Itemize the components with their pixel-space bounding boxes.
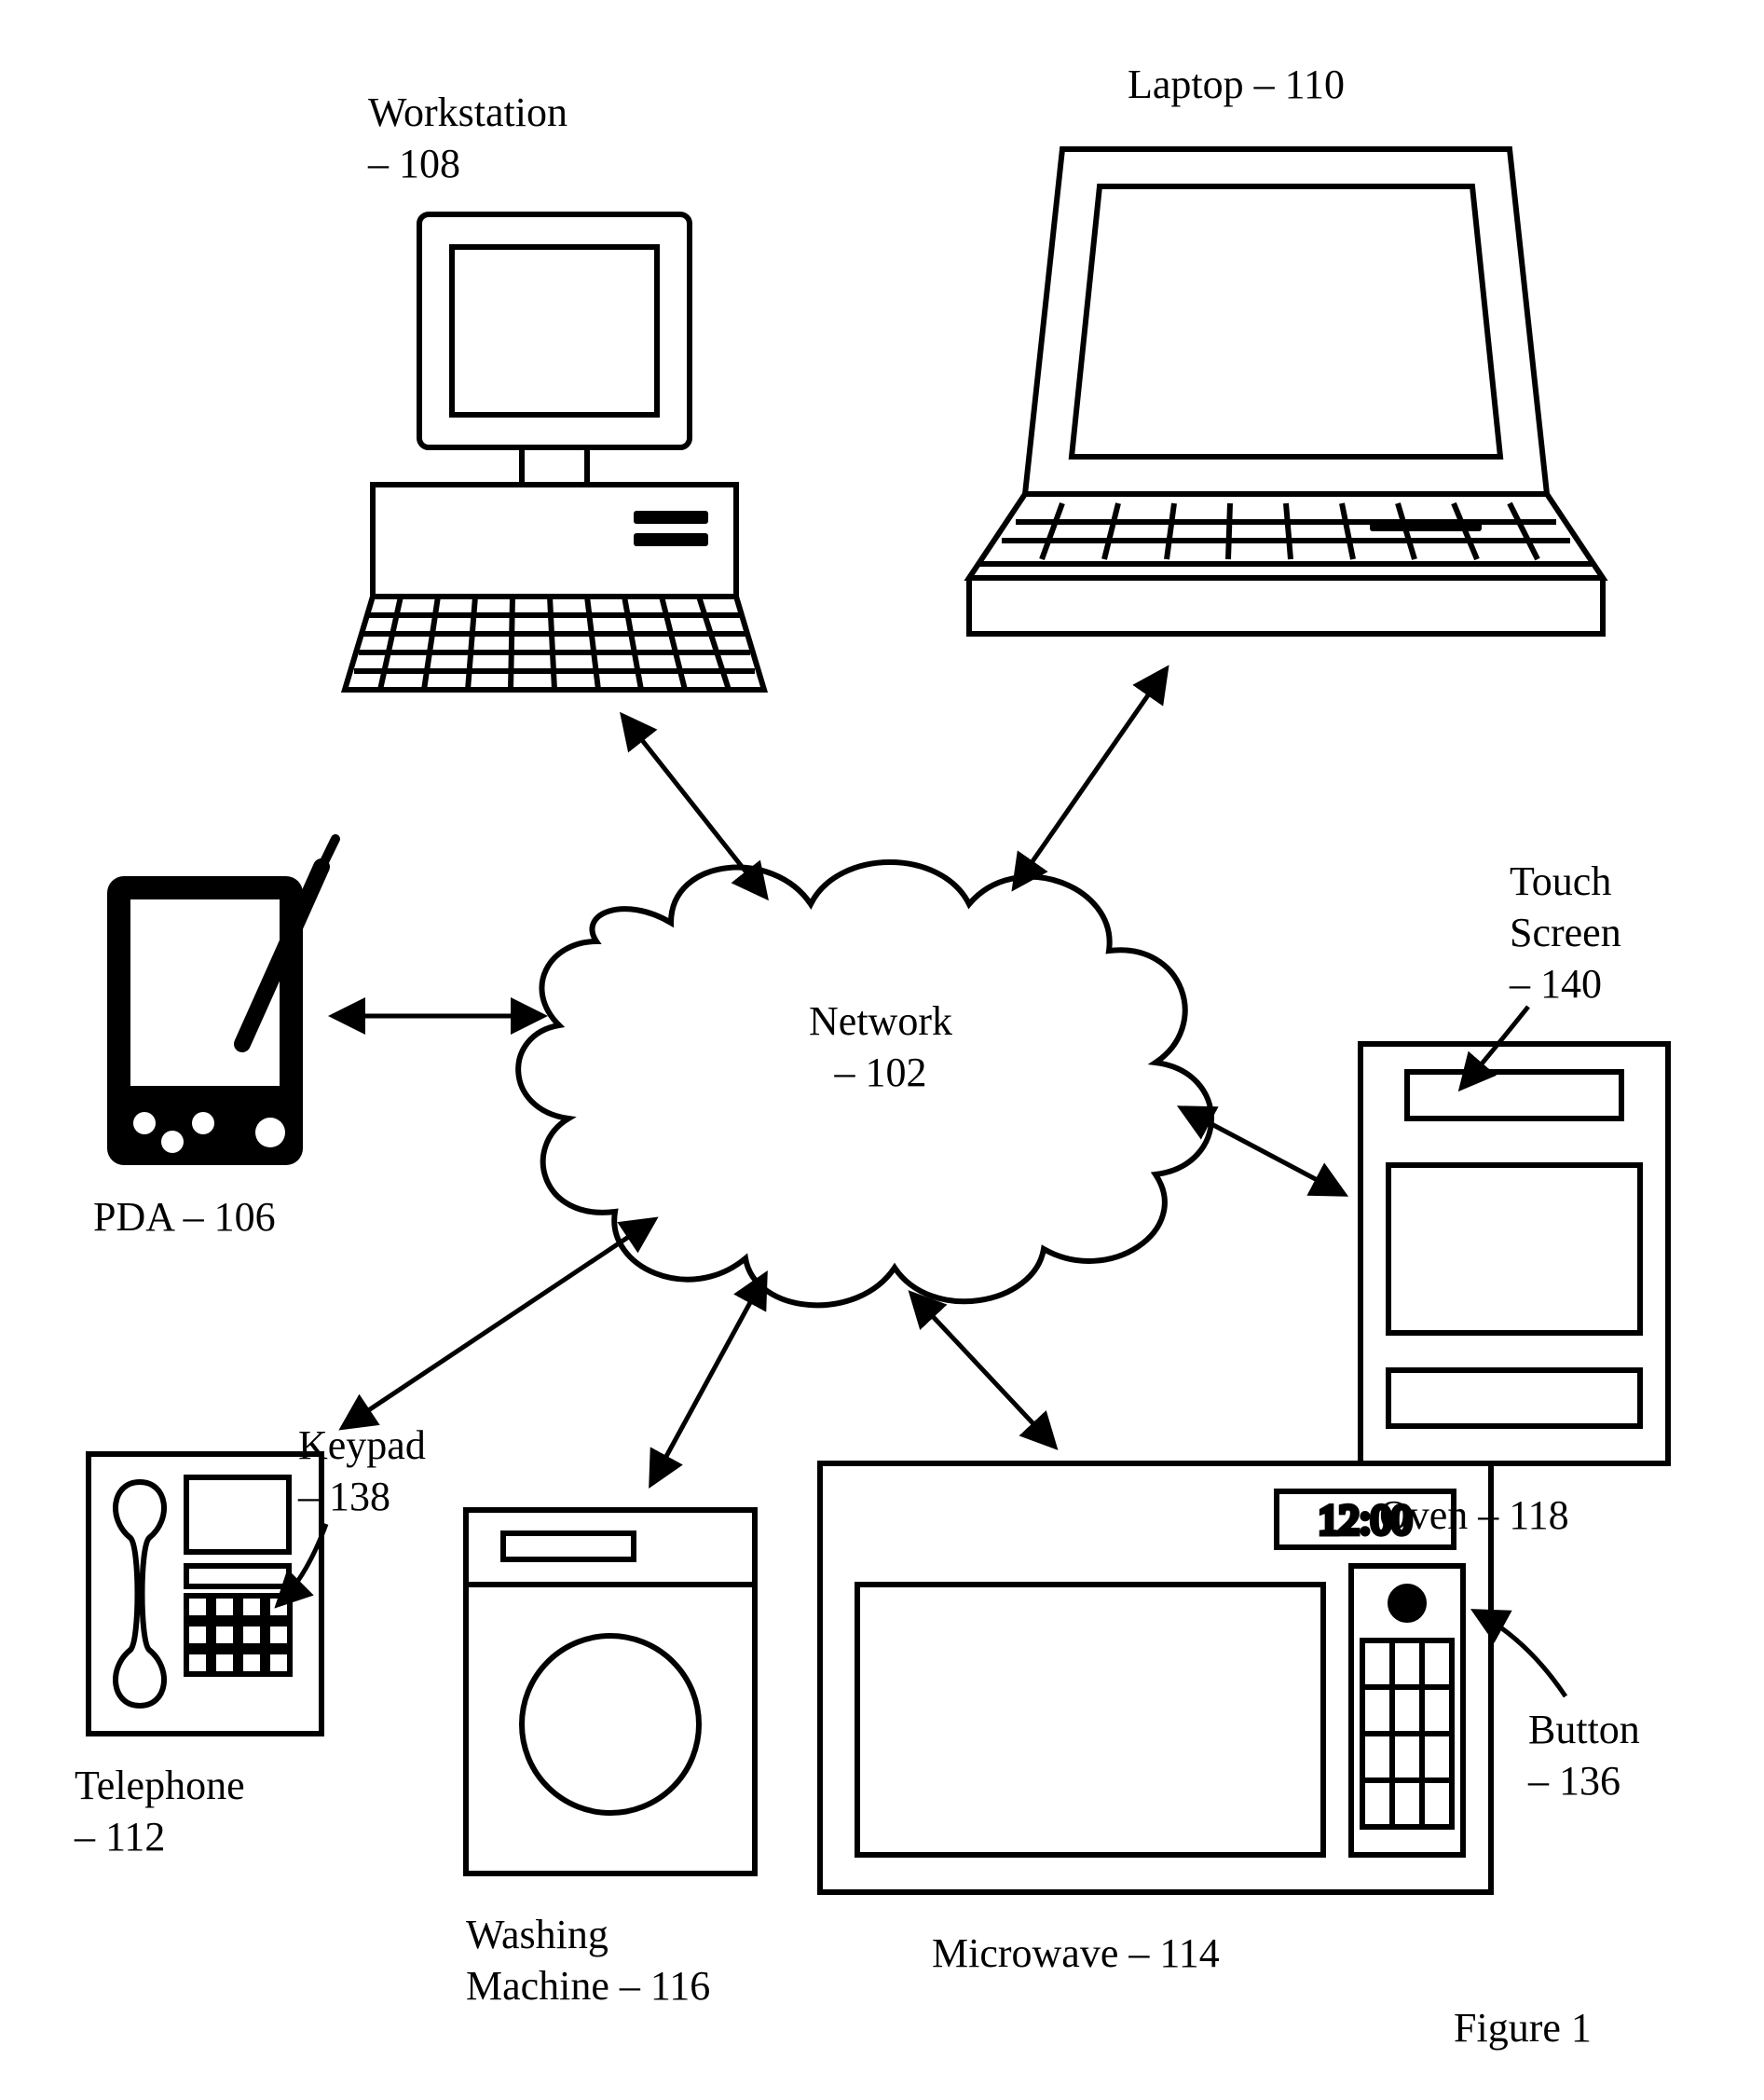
button-label: Button – 136 — [1527, 1707, 1640, 1804]
microwave-clock: 12:00 — [1319, 1497, 1412, 1543]
pda-icon — [107, 839, 335, 1165]
svg-text:– 140: – 140 — [1509, 961, 1602, 1007]
touchscreen-label: Touch Screen – 140 — [1509, 858, 1621, 1007]
washing-machine-icon — [466, 1510, 755, 1874]
svg-text:Machine – 116: Machine – 116 — [466, 1963, 710, 2009]
workstation-label: Workstation – 108 — [367, 89, 567, 186]
workstation-icon — [345, 214, 764, 690]
telephone-label: Telephone – 112 — [74, 1763, 245, 1860]
svg-text:– 112: – 112 — [74, 1814, 165, 1860]
svg-text:Workstation: Workstation — [368, 89, 567, 135]
svg-text:Keypad: Keypad — [298, 1422, 426, 1468]
microwave-label: Microwave – 114 — [932, 1930, 1220, 1976]
svg-text:Washing: Washing — [466, 1912, 609, 1957]
washing-machine-label: Washing Machine – 116 — [466, 1912, 710, 2009]
svg-text:– 108: – 108 — [367, 141, 460, 186]
telephone-icon — [89, 1454, 321, 1734]
network-title: Network — [809, 998, 952, 1044]
oven-icon — [1361, 1044, 1668, 1463]
laptop-icon — [969, 149, 1603, 634]
svg-text:– 138: – 138 — [297, 1474, 390, 1519]
laptop-label: Laptop – 110 — [1128, 62, 1345, 107]
keypad-label: Keypad – 138 — [297, 1422, 426, 1519]
figure-1: Network – 102 Workstation – 108 — [0, 0, 1764, 2100]
svg-text:Laptop – 110: Laptop – 110 — [1128, 62, 1345, 107]
pda-label: PDA – 106 — [93, 1194, 276, 1240]
figure-label: Figure 1 — [1454, 2005, 1592, 2051]
network-ref: – 102 — [834, 1050, 927, 1095]
svg-text:Button: Button — [1528, 1707, 1640, 1752]
microwave-icon: 12:00 — [820, 1463, 1491, 1892]
svg-text:Touch: Touch — [1510, 858, 1611, 904]
svg-text:Telephone: Telephone — [75, 1763, 245, 1808]
svg-text:Screen: Screen — [1510, 910, 1621, 955]
svg-text:– 136: – 136 — [1527, 1758, 1620, 1804]
